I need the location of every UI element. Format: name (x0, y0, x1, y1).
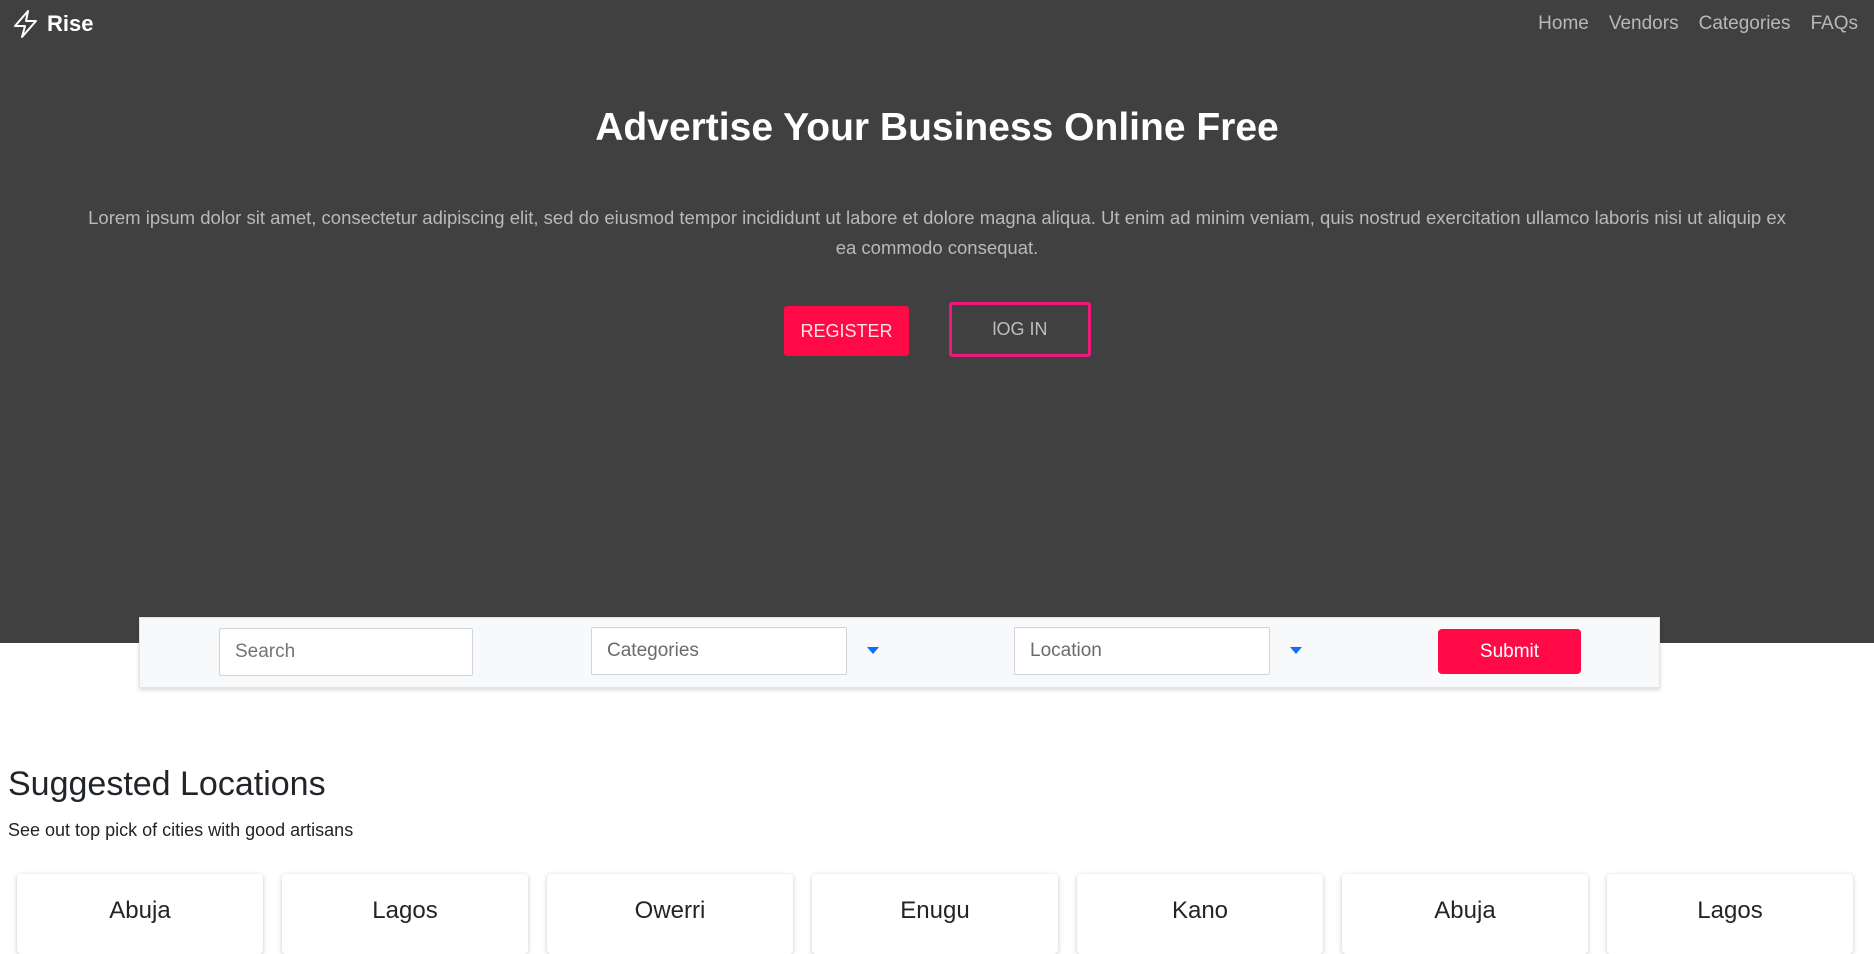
suggested-locations-title: Suggested Locations (8, 765, 326, 803)
location-card[interactable]: Abuja (17, 874, 263, 954)
hero-section: Rise Home Vendors Categories FAQs Advert… (0, 0, 1874, 643)
nav-link-faqs[interactable]: FAQs (1810, 13, 1858, 35)
location-card[interactable]: Owerri (547, 874, 793, 954)
location-card[interactable]: Abuja (1342, 874, 1588, 954)
chevron-down-icon[interactable] (1290, 647, 1302, 654)
lightning-bolt-icon (13, 10, 39, 38)
hero-title: Advertise Your Business Online Free (595, 106, 1279, 149)
categories-select-box[interactable]: Categories (591, 627, 847, 675)
brand[interactable]: Rise (13, 10, 93, 38)
submit-button[interactable]: Submit (1438, 629, 1581, 674)
brand-name: Rise (47, 11, 94, 36)
login-button[interactable]: lOG IN (949, 302, 1091, 357)
nav-links: Home Vendors Categories FAQs (1538, 13, 1858, 35)
nav-link-home[interactable]: Home (1538, 13, 1589, 35)
nav-link-categories[interactable]: Categories (1699, 13, 1791, 35)
search-bar: Categories Location Submit (139, 617, 1660, 688)
location-card[interactable]: Lagos (282, 874, 528, 954)
location-select-box[interactable]: Location (1014, 627, 1270, 675)
chevron-down-icon[interactable] (867, 647, 879, 654)
search-input[interactable] (219, 628, 473, 676)
suggested-locations-subtitle: See out top pick of cities with good art… (8, 820, 354, 840)
location-cards: Abuja Lagos Owerri Enugu Kano Abuja Lago… (17, 874, 1853, 954)
navbar: Rise Home Vendors Categories FAQs (0, 0, 1874, 50)
location-card[interactable]: Kano (1077, 874, 1323, 954)
location-card[interactable]: Enugu (812, 874, 1058, 954)
location-card[interactable]: Lagos (1607, 874, 1853, 954)
nav-link-vendors[interactable]: Vendors (1609, 13, 1679, 35)
hero-description: Lorem ipsum dolor sit amet, consectetur … (88, 207, 1786, 258)
register-button[interactable]: REGISTER (784, 306, 909, 356)
